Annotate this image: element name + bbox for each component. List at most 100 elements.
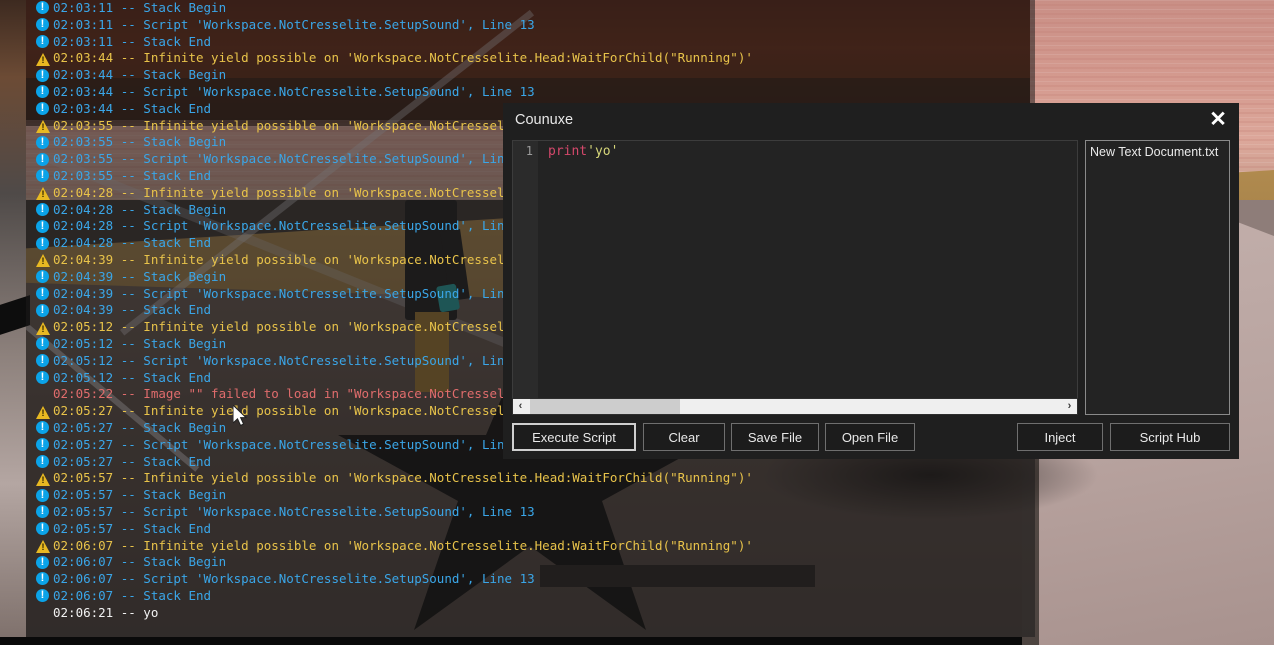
info-icon-glyph bbox=[36, 303, 49, 317]
console-log-text: 02:05:12 -- Stack End bbox=[53, 369, 212, 385]
button-label: Save File bbox=[747, 429, 803, 445]
button-label: Inject bbox=[1044, 429, 1076, 445]
console-log-text: 02:05:12 -- Stack Begin bbox=[53, 335, 227, 351]
console-log-text: 02:03:55 -- Stack End bbox=[53, 167, 212, 183]
console-log-line: 02:06:07 -- Infinite yield possible on '… bbox=[26, 538, 1035, 555]
script-hub-button[interactable]: Script Hub bbox=[1110, 423, 1230, 451]
warning-icon bbox=[36, 472, 50, 486]
info-icon-glyph bbox=[36, 152, 49, 166]
inject-button[interactable]: Inject bbox=[1017, 423, 1103, 451]
info-icon bbox=[36, 353, 50, 368]
warning-icon-glyph bbox=[36, 52, 50, 66]
open-file-button[interactable]: Open File bbox=[825, 423, 915, 451]
console-log-text: 02:05:57 -- Infinite yield possible on '… bbox=[53, 470, 753, 486]
warning-icon-glyph bbox=[36, 187, 50, 201]
info-icon bbox=[36, 336, 50, 351]
console-log-text: 02:04:39 -- Stack End bbox=[53, 302, 212, 318]
warning-icon-glyph bbox=[36, 321, 50, 335]
console-log-line: 02:06:07 -- Stack End bbox=[26, 588, 1035, 605]
info-icon-glyph bbox=[36, 336, 49, 351]
info-icon-glyph bbox=[36, 202, 49, 216]
console-log-line: 02:03:44 -- Script 'Workspace.NotCressel… bbox=[26, 84, 1035, 101]
info-icon bbox=[36, 420, 50, 435]
info-icon-glyph bbox=[36, 286, 49, 300]
info-icon bbox=[36, 219, 50, 234]
warning-icon-glyph bbox=[36, 254, 50, 268]
info-icon-glyph bbox=[36, 555, 49, 569]
warning-icon-glyph bbox=[36, 539, 50, 553]
console-log-line: 02:03:11 -- Stack End bbox=[26, 34, 1035, 51]
info-icon-glyph bbox=[36, 101, 49, 116]
info-icon-glyph bbox=[36, 353, 49, 368]
save-file-button[interactable]: Save File bbox=[731, 423, 819, 451]
console-log-text: 02:03:44 -- Script 'Workspace.NotCressel… bbox=[53, 83, 535, 99]
info-icon-glyph bbox=[36, 17, 49, 32]
info-icon-glyph bbox=[36, 437, 49, 452]
clear-button[interactable]: Clear bbox=[643, 423, 725, 451]
console-log-text: 02:04:39 -- Script 'Workspace.NotCressel… bbox=[53, 285, 535, 301]
console-log-text: 02:06:07 -- Script 'Workspace.NotCressel… bbox=[53, 571, 535, 587]
warning-icon bbox=[36, 321, 50, 335]
console-log-text: 02:03:11 -- Script 'Workspace.NotCressel… bbox=[53, 16, 535, 32]
console-log-line: 02:03:44 -- Infinite yield possible on '… bbox=[26, 50, 1035, 67]
button-label: Clear bbox=[668, 429, 700, 445]
info-icon-glyph bbox=[36, 588, 49, 603]
info-icon bbox=[36, 202, 50, 217]
info-icon bbox=[36, 236, 50, 251]
info-icon bbox=[36, 555, 50, 570]
console-log-line: 02:06:07 -- Script 'Workspace.NotCressel… bbox=[26, 571, 1035, 588]
console-log-text: 02:03:55 -- Script 'Workspace.NotCressel… bbox=[53, 151, 535, 167]
info-icon bbox=[36, 437, 50, 452]
execute-script-button[interactable]: Execute Script bbox=[512, 423, 636, 451]
script-editor[interactable]: 1 print'yo' bbox=[512, 140, 1078, 400]
info-icon bbox=[36, 269, 50, 284]
info-icon-glyph bbox=[36, 0, 49, 15]
warning-icon bbox=[36, 186, 50, 201]
button-label: Execute Script bbox=[532, 429, 616, 445]
warning-icon bbox=[36, 119, 50, 133]
line-number: 1 bbox=[525, 144, 533, 158]
info-icon-glyph bbox=[36, 454, 49, 468]
info-icon bbox=[36, 286, 50, 301]
info-icon bbox=[36, 303, 50, 318]
console-log-text: 02:05:57 -- Stack Begin bbox=[53, 487, 227, 503]
info-icon bbox=[36, 17, 50, 32]
info-icon bbox=[36, 588, 50, 603]
editor-horizontal-scrollbar[interactable]: ‹ › bbox=[512, 398, 1078, 415]
console-log-text: 02:05:27 -- Stack End bbox=[53, 453, 212, 469]
counuxe-window[interactable]: Counuxe ✕ 1 print'yo' ‹ › New Text Docum… bbox=[503, 103, 1239, 459]
info-icon-glyph bbox=[36, 84, 49, 99]
window-title: Counuxe bbox=[515, 112, 574, 128]
file-list[interactable]: New Text Document.txt bbox=[1085, 140, 1230, 415]
console-log-text: 02:03:44 -- Infinite yield possible on '… bbox=[53, 50, 753, 66]
info-icon-glyph bbox=[36, 269, 49, 284]
console-log-text: 02:06:21 -- yo bbox=[53, 604, 159, 620]
console-log-text: 02:03:44 -- Stack Begin bbox=[53, 67, 227, 83]
console-log-line: 02:05:57 -- Script 'Workspace.NotCressel… bbox=[26, 504, 1035, 521]
scrollbar-track[interactable] bbox=[528, 399, 1062, 414]
warning-icon bbox=[36, 253, 50, 268]
info-icon bbox=[36, 571, 50, 586]
button-label: Open File bbox=[841, 429, 899, 445]
bottom-dark-edge bbox=[0, 637, 1022, 645]
warning-icon bbox=[36, 405, 50, 419]
log-icon-spacer bbox=[36, 388, 50, 402]
info-icon-glyph bbox=[36, 370, 49, 384]
console-log-line: 02:06:07 -- Stack Begin bbox=[26, 554, 1035, 571]
console-log-line: 02:03:11 -- Stack Begin bbox=[26, 0, 1035, 17]
editor-code-area[interactable]: print'yo' bbox=[538, 141, 1077, 399]
scroll-left-icon[interactable]: ‹ bbox=[513, 399, 528, 414]
console-log-text: 02:05:27 -- Stack Begin bbox=[53, 419, 227, 435]
info-icon bbox=[36, 135, 50, 150]
file-list-item[interactable]: New Text Document.txt bbox=[1090, 144, 1225, 160]
scrollbar-thumb[interactable] bbox=[530, 399, 680, 414]
console-log-text: 02:05:12 -- Script 'Workspace.NotCressel… bbox=[53, 352, 535, 368]
console-log-text: 02:03:11 -- Stack Begin bbox=[53, 0, 227, 15]
console-log-text: 02:05:27 -- Script 'Workspace.NotCressel… bbox=[53, 436, 535, 452]
info-icon-glyph bbox=[36, 219, 49, 233]
scroll-right-icon[interactable]: › bbox=[1062, 399, 1077, 414]
console-log-text: 02:03:44 -- Stack End bbox=[53, 100, 212, 116]
close-icon[interactable]: ✕ bbox=[1205, 107, 1231, 133]
warning-icon bbox=[36, 539, 50, 553]
warning-icon-glyph bbox=[36, 472, 50, 486]
